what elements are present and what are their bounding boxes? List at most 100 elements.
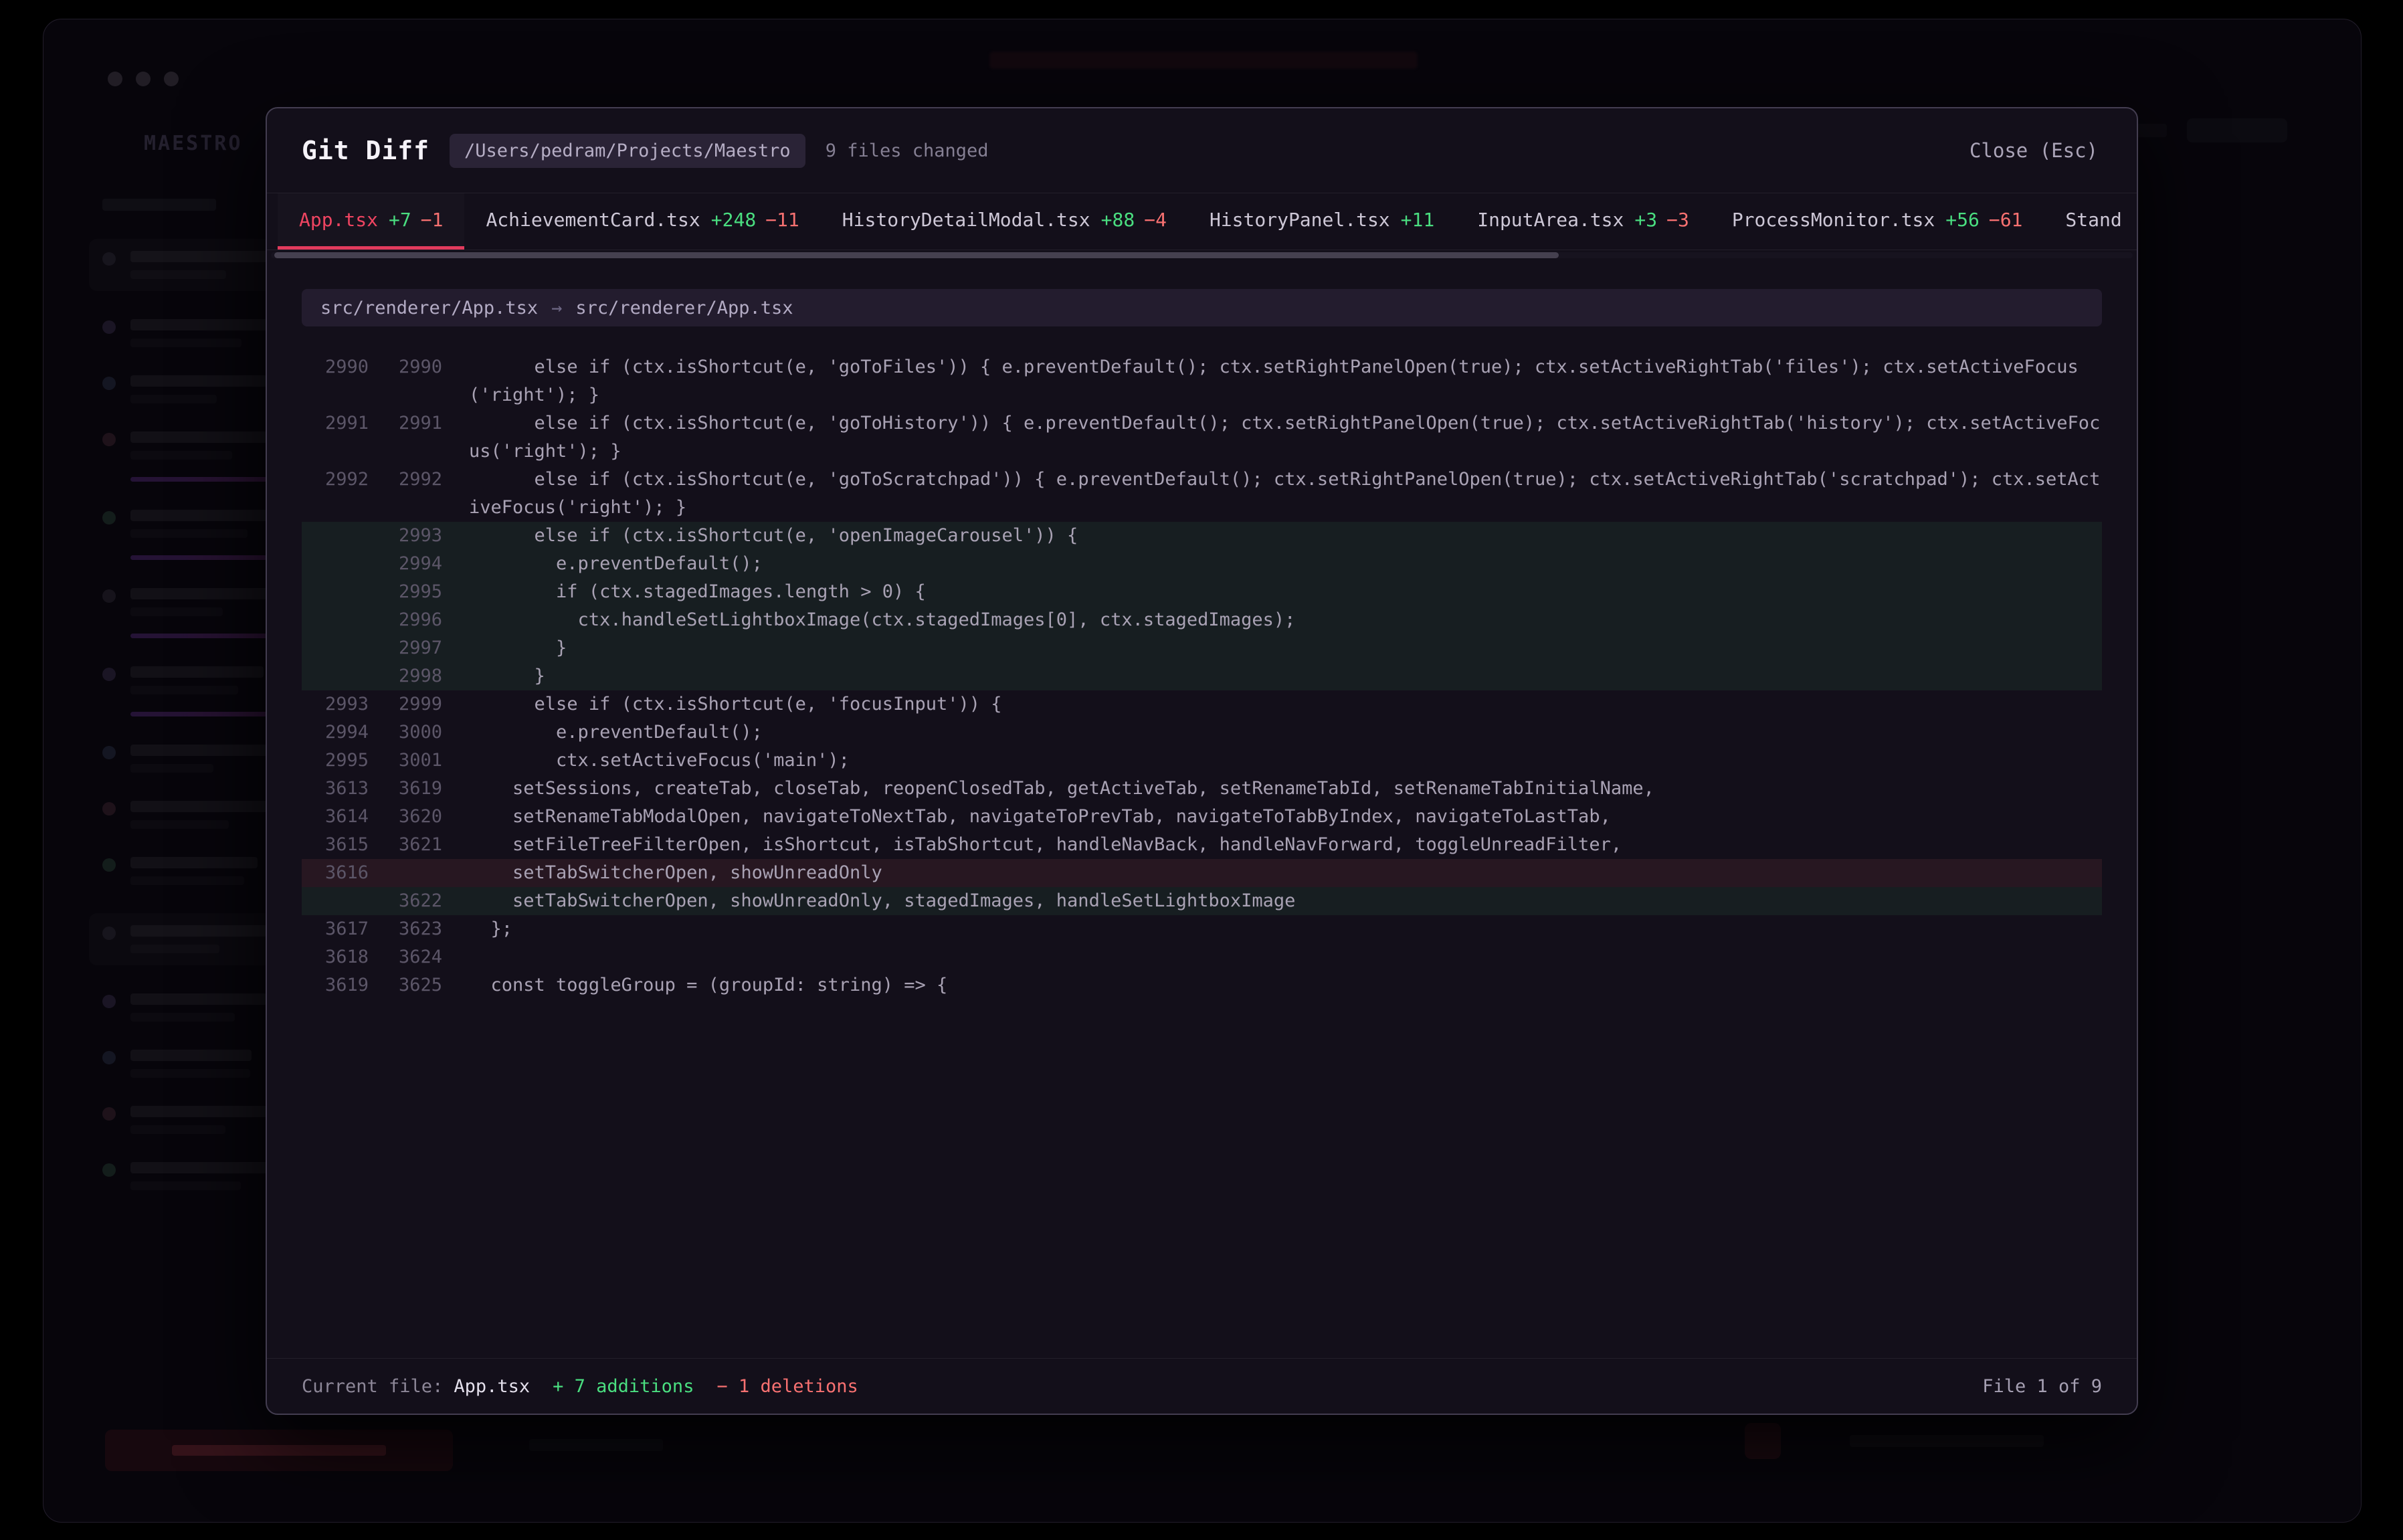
line-number-old: 3617 (302, 915, 369, 943)
line-number-old: 2990 (302, 353, 369, 409)
code-line (442, 943, 2102, 971)
file-tab-stand[interactable]: Stand (2044, 193, 2137, 250)
file-tab-processmonitor-tsx[interactable]: ProcessMonitor.tsx +56 −61 (1711, 193, 2044, 250)
line-number-old (302, 578, 369, 606)
file-path-from: src/renderer/App.tsx (320, 298, 538, 318)
line-number-new: 2995 (369, 578, 442, 606)
line-number-old: 3618 (302, 943, 369, 971)
current-file-label: Current file: (302, 1376, 443, 1397)
line-number-old (302, 634, 369, 662)
code-line: setSessions, createTab, closeTab, reopen… (442, 775, 2102, 803)
line-number-new: 2993 (369, 522, 442, 550)
close-button[interactable]: Close (Esc) (1965, 138, 2102, 163)
tab-additions: +3 (1634, 209, 1657, 231)
code-line: setTabSwitcherOpen, showUnreadOnly, stag… (442, 887, 2102, 915)
code-line: setRenameTabModalOpen, navigateToNextTab… (442, 803, 2102, 831)
diff-row-context: 29922992 else if (ctx.isShortcut(e, 'goT… (302, 466, 2102, 522)
file-position-indicator: File 1 of 9 (1982, 1376, 2102, 1397)
file-tab-historydetailmodal-tsx[interactable]: HistoryDetailModal.tsx+88−4 (821, 193, 1188, 250)
diff-row-context: 36133619 setSessions, createTab, closeTa… (302, 775, 2102, 803)
files-changed-count: 9 files changed (826, 140, 989, 161)
diff-row-add: 2997 } (302, 634, 2102, 662)
line-number-new: 3619 (369, 775, 442, 803)
line-number-old: 2994 (302, 718, 369, 747)
tabbar-scrollbar (271, 252, 2133, 258)
tab-filename: Stand (2065, 209, 2121, 231)
diff-row-context: 29912991 else if (ctx.isShortcut(e, 'goT… (302, 409, 2102, 466)
tab-deletions: −61 (1989, 209, 2023, 231)
diff-row-context: 29932999 else if (ctx.isShortcut(e, 'foc… (302, 690, 2102, 718)
repo-path-badge: /Users/pedram/Projects/Maestro (450, 134, 805, 168)
line-number-old: 3613 (302, 775, 369, 803)
tab-additions: +7 (389, 209, 411, 231)
line-number-new (369, 859, 442, 887)
line-number-new: 2991 (369, 409, 442, 466)
diff-row-add: 2998 } (302, 662, 2102, 690)
line-number-new: 2998 (369, 662, 442, 690)
diff-row-context: 36193625 const toggleGroup = (groupId: s… (302, 971, 2102, 999)
code-line: e.preventDefault(); (442, 550, 2102, 578)
code-line: }; (442, 915, 2102, 943)
code-line: } (442, 634, 2102, 662)
code-line: ctx.setActiveFocus('main'); (442, 747, 2102, 775)
code-line: if (ctx.stagedImages.length > 0) { (442, 578, 2102, 606)
file-tab-inputarea-tsx[interactable]: InputArea.tsx +3 −3 (1456, 193, 1711, 250)
code-line: else if (ctx.isShortcut(e, 'focusInput')… (442, 690, 2102, 718)
tab-additions: +11 (1401, 209, 1435, 231)
tabbar-scrollbar-thumb[interactable] (274, 252, 1559, 258)
code-line: } (442, 662, 2102, 690)
line-number-old: 3616 (302, 859, 369, 887)
file-rename-header: src/renderer/App.tsx → src/renderer/App.… (302, 289, 2102, 326)
tab-additions: +88 (1101, 209, 1135, 231)
diff-row-add: 2994 e.preventDefault(); (302, 550, 2102, 578)
code-line: else if (ctx.isShortcut(e, 'openImageCar… (442, 522, 2102, 550)
line-number-new: 2990 (369, 353, 442, 409)
tab-filename: AchievementCard.tsx (486, 209, 700, 231)
tab-deletions: −3 (1666, 209, 1689, 231)
file-path-to: src/renderer/App.tsx (575, 298, 793, 318)
tab-filename: App.tsx (299, 209, 378, 231)
diff-view: 29902990 else if (ctx.isShortcut(e, 'goT… (302, 353, 2102, 999)
diff-row-context: 29943000 e.preventDefault(); (302, 718, 2102, 747)
diff-row-context: 36143620 setRenameTabModalOpen, navigate… (302, 803, 2102, 831)
line-number-new: 3624 (369, 943, 442, 971)
diff-row-context: 36153621 setFileTreeFilterOpen, isShortc… (302, 831, 2102, 859)
line-number-old (302, 887, 369, 915)
line-number-new: 3000 (369, 718, 442, 747)
tab-filename: HistoryDetailModal.tsx (842, 209, 1090, 231)
tab-additions: +248 (711, 209, 756, 231)
tab-deletions: −11 (765, 209, 799, 231)
line-number-old: 2991 (302, 409, 369, 466)
line-number-new: 3001 (369, 747, 442, 775)
footer-deletions: − 1 deletions (716, 1376, 858, 1397)
code-line: else if (ctx.isShortcut(e, 'goToScratchp… (442, 466, 2102, 522)
line-number-old: 2992 (302, 466, 369, 522)
tab-deletions: −1 (421, 209, 444, 231)
footer-additions: + 7 additions (553, 1376, 694, 1397)
line-number-new: 2996 (369, 606, 442, 634)
tab-filename: HistoryPanel.tsx (1210, 209, 1390, 231)
code-line: setTabSwitcherOpen, showUnreadOnly (442, 859, 2102, 887)
code-line: const toggleGroup = (groupId: string) =>… (442, 971, 2102, 999)
diff-row-add: 2993 else if (ctx.isShortcut(e, 'openIma… (302, 522, 2102, 550)
line-number-new: 2994 (369, 550, 442, 578)
file-tab-app-tsx[interactable]: App.tsx +7 −1 (278, 193, 464, 250)
modal-header: Git Diff /Users/pedram/Projects/Maestro … (267, 108, 2137, 193)
tab-filename: InputArea.tsx (1477, 209, 1624, 231)
file-tab-achievementcard-tsx[interactable]: AchievementCard.tsx +248 −11 (464, 193, 820, 250)
line-number-new: 3623 (369, 915, 442, 943)
diff-row-context: 36173623 }; (302, 915, 2102, 943)
tab-additions: +56 (1945, 209, 1980, 231)
file-tab-historypanel-tsx[interactable]: HistoryPanel.tsx +11 (1188, 193, 1456, 250)
diff-row-add: 2996 ctx.handleSetLightboxImage(ctx.stag… (302, 606, 2102, 634)
line-number-old: 3615 (302, 831, 369, 859)
diff-row-del: 3616 setTabSwitcherOpen, showUnreadOnly (302, 859, 2102, 887)
line-number-old: 2995 (302, 747, 369, 775)
line-number-new: 3621 (369, 831, 442, 859)
code-line: else if (ctx.isShortcut(e, 'goToHistory'… (442, 409, 2102, 466)
current-file-name: App.tsx (454, 1376, 530, 1397)
line-number-old: 3614 (302, 803, 369, 831)
line-number-old (302, 522, 369, 550)
line-number-new: 2992 (369, 466, 442, 522)
tab-filename: ProcessMonitor.tsx (1732, 209, 1935, 231)
